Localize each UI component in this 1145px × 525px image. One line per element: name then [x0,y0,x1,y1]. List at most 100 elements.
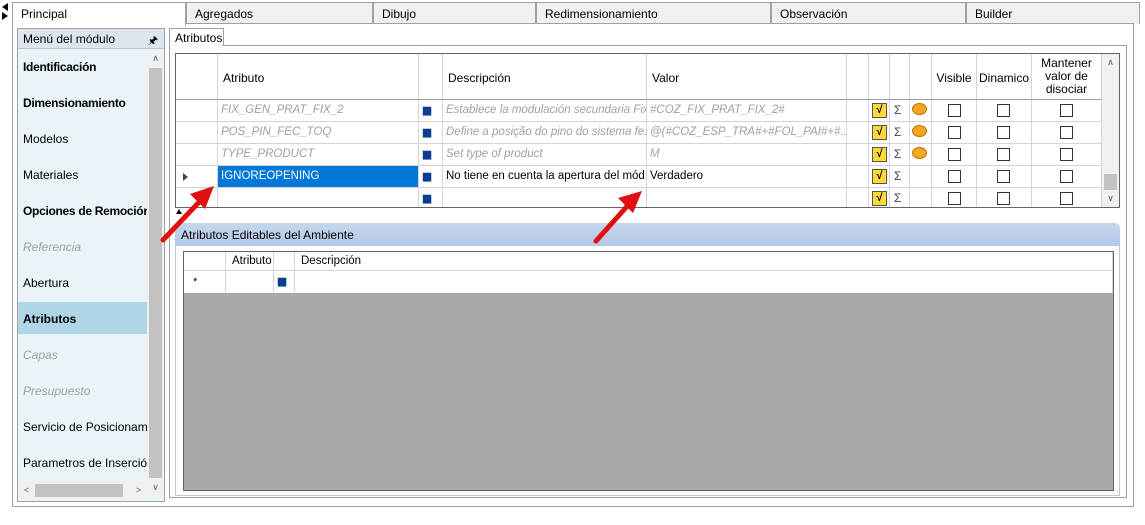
new-row-header[interactable]: * [184,271,226,294]
scroll-thumb[interactable] [149,68,162,478]
header-descripcion[interactable]: Descripción [443,54,647,100]
scroll-thumb[interactable] [35,484,123,497]
table-row[interactable]: FIX_GEN_PRAT_FIX_2 ▮▮ Establece la modul… [176,100,1102,122]
visible-checkbox[interactable] [948,170,961,183]
mantener-cell[interactable] [1032,100,1102,122]
header-valor[interactable]: Valor [647,54,847,100]
menu-item-dimensionamiento[interactable]: Dimensionamiento [18,86,147,118]
row-header[interactable] [176,122,218,144]
table-row-current[interactable]: IGNOREOPENING ▮▮ No tiene en cuenta la a… [176,166,1102,188]
mantener-cell[interactable] [1032,188,1102,207]
cell-descripcion[interactable]: Define a posição do pino do sistema fe..… [443,122,647,144]
mantener-cell[interactable] [1032,144,1102,166]
sigma-icon[interactable]: Σ [894,191,901,205]
formula-button[interactable]: √ [869,100,890,122]
binoculars-icon[interactable]: ▮▮ [422,126,432,139]
find-button[interactable]: ▮▮ [419,188,443,207]
scroll-right-icon[interactable]: > [130,482,147,499]
cell-atributo[interactable] [226,271,274,294]
module-menu-vertical-scrollbar[interactable]: ∧ ∨ [147,50,164,496]
sqrt-formula-icon[interactable]: √ [872,191,887,206]
comment-button[interactable] [910,122,932,144]
scroll-up-icon[interactable]: ∧ [147,50,164,67]
tab-agregados[interactable]: Agregados [186,2,373,24]
scroll-down-icon[interactable]: ∨ [147,479,164,496]
sum-button[interactable]: Σ [890,122,910,144]
binoculars-icon[interactable]: ▮▮ [422,192,432,205]
table-row[interactable]: POS_PIN_FEC_TOQ ▮▮ Define a posição do p… [176,122,1102,144]
scroll-up-icon[interactable]: ∧ [1102,54,1119,71]
header-dinamico[interactable]: Dinamico [977,54,1032,100]
dinamico-checkbox[interactable] [997,126,1010,139]
binoculars-icon[interactable]: ▮▮ [277,275,287,288]
visible-checkbox[interactable] [948,148,961,161]
tab-redimensionamiento[interactable]: Redimensionamiento [536,2,771,24]
tab-dibujo[interactable]: Dibujo [373,2,536,24]
header-atributo[interactable]: Atributo [218,54,419,100]
header-atributo[interactable]: Atributo [226,252,274,271]
scroll-down-icon[interactable]: ∨ [1102,190,1119,207]
mantener-checkbox[interactable] [1060,192,1073,205]
row-header[interactable] [176,188,218,207]
cell-descripcion[interactable]: No tiene en cuenta la apertura del mód..… [443,166,647,188]
tab-scroll-left-icon[interactable] [2,3,8,11]
cell-atributo[interactable]: FIX_GEN_PRAT_FIX_2 [218,100,419,122]
comment-button[interactable] [910,100,932,122]
dinamico-cell[interactable] [977,166,1032,188]
mantener-cell[interactable] [1032,166,1102,188]
find-button[interactable]: ▮▮ [419,100,443,122]
cell-descripcion[interactable]: Set type of product [443,144,647,166]
formula-button[interactable]: √ [869,188,890,207]
cell-valor[interactable]: #COZ_FIX_PRAT_FIX_2# [647,100,847,122]
table-row-new[interactable]: ▮▮ √ Σ [176,188,1102,207]
visible-checkbox[interactable] [948,126,961,139]
mantener-checkbox[interactable] [1060,148,1073,161]
pin-icon[interactable]: 🖈 [148,32,158,51]
sqrt-formula-icon[interactable]: √ [872,125,887,140]
binoculars-icon[interactable]: ▮▮ [422,170,432,183]
module-menu-horizontal-scrollbar[interactable]: < > [18,482,147,499]
mantener-cell[interactable] [1032,122,1102,144]
attributes-grid-scrollbar[interactable]: ∧ ∨ [1102,54,1119,207]
cell-atributo[interactable]: POS_PIN_FEC_TOQ [218,122,419,144]
header-mantener[interactable]: Mantener valor de disociar [1032,54,1102,100]
row-header[interactable] [176,144,218,166]
sum-button[interactable]: Σ [890,166,910,188]
cell-valor[interactable] [647,188,847,207]
splitter-handle-icon[interactable] [176,209,182,214]
visible-checkbox[interactable] [948,192,961,205]
cell-descripcion[interactable] [295,271,1113,294]
mantener-checkbox[interactable] [1060,170,1073,183]
menu-item-abertura[interactable]: Abertura [18,266,147,298]
visible-cell[interactable] [932,100,977,122]
visible-cell[interactable] [932,188,977,207]
table-row[interactable]: TYPE_PRODUCT ▮▮ Set type of product M √ … [176,144,1102,166]
sigma-icon[interactable]: Σ [894,103,901,117]
tab-observacion[interactable]: Observación [771,2,966,24]
binoculars-icon[interactable]: ▮▮ [422,148,432,161]
find-button[interactable]: ▮▮ [419,122,443,144]
tab-atributos[interactable]: Atributos [169,28,224,46]
formula-button[interactable]: √ [869,144,890,166]
speech-bubble-icon[interactable] [912,125,927,137]
menu-item-opciones-remocion[interactable]: Opciones de Remoción [18,194,147,226]
visible-cell[interactable] [932,144,977,166]
dinamico-cell[interactable] [977,188,1032,207]
mantener-checkbox[interactable] [1060,126,1073,139]
dinamico-checkbox[interactable] [997,148,1010,161]
sigma-icon[interactable]: Σ [894,125,901,139]
menu-item-parametros-insercion[interactable]: Parametros de Inserción [18,446,147,478]
find-button[interactable]: ▮▮ [419,166,443,188]
sqrt-formula-icon[interactable]: √ [872,169,887,184]
visible-cell[interactable] [932,166,977,188]
dinamico-checkbox[interactable] [997,170,1010,183]
sigma-icon[interactable]: Σ [894,147,901,161]
row-header[interactable] [176,100,218,122]
dinamico-cell[interactable] [977,100,1032,122]
tab-principal[interactable]: Principal [12,2,186,26]
menu-item-modelos[interactable]: Modelos [18,122,147,154]
dinamico-checkbox[interactable] [997,192,1010,205]
menu-item-identificacion[interactable]: Identificación [18,50,147,82]
dinamico-cell[interactable] [977,144,1032,166]
binoculars-icon[interactable]: ▮▮ [422,104,432,117]
